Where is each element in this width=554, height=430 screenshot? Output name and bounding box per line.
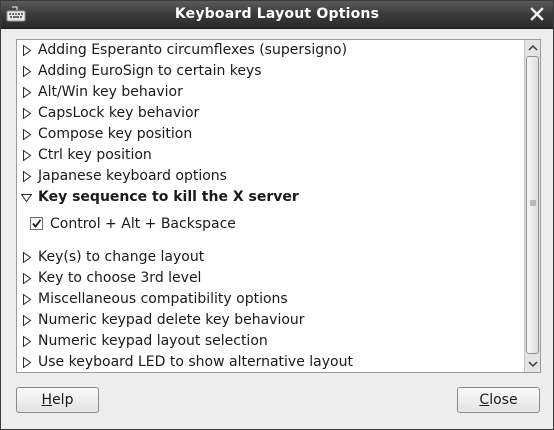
close-label-rest: lose bbox=[489, 392, 518, 408]
triangle-right-icon[interactable] bbox=[21, 294, 32, 305]
triangle-right-icon[interactable] bbox=[21, 273, 32, 284]
triangle-right-icon[interactable] bbox=[21, 150, 32, 161]
tree-row-label: Miscellaneous compatibility options bbox=[38, 291, 288, 307]
tree-row-label: Use keyboard LED to show alternative lay… bbox=[38, 354, 353, 370]
help-mnemonic: H bbox=[41, 392, 53, 408]
triangle-right-icon[interactable] bbox=[21, 45, 32, 56]
tree-row-keyboard-led[interactable]: Use keyboard LED to show alternative lay… bbox=[17, 352, 524, 372]
tree-row-misc-compat[interactable]: Miscellaneous compatibility options bbox=[17, 289, 524, 310]
tree-row-keypad-delete[interactable]: Numeric keypad delete key behaviour bbox=[17, 310, 524, 331]
tree-row-label: Key(s) to change layout bbox=[38, 249, 205, 265]
triangle-down-icon[interactable] bbox=[21, 192, 32, 203]
tree-row-label: Compose key position bbox=[38, 126, 193, 142]
scroll-down-icon[interactable] bbox=[526, 357, 540, 371]
tree-row-kill-x-server[interactable]: Key sequence to kill the X server bbox=[17, 187, 524, 208]
option-label: Control + Alt + Backspace bbox=[50, 216, 236, 232]
triangle-right-icon[interactable] bbox=[21, 108, 32, 119]
tree-row-label: Adding Esperanto circumflexes (supersign… bbox=[38, 42, 348, 58]
option-checkbox[interactable] bbox=[30, 217, 43, 230]
tree-row-label: Adding EuroSign to certain keys bbox=[38, 63, 262, 79]
tree-row-keypad-layout[interactable]: Numeric keypad layout selection bbox=[17, 331, 524, 352]
tree-row-label: CapsLock key behavior bbox=[38, 105, 200, 121]
option-control-alt-backspace[interactable]: Control + Alt + Backspace bbox=[17, 213, 524, 235]
tree-row-japanese[interactable]: Japanese keyboard options bbox=[17, 166, 524, 187]
tree-row-compose[interactable]: Compose key position bbox=[17, 124, 524, 145]
triangle-right-icon[interactable] bbox=[21, 87, 32, 98]
triangle-right-icon[interactable] bbox=[21, 171, 32, 182]
triangle-right-icon[interactable] bbox=[21, 315, 32, 326]
tree-row-label: Key sequence to kill the X server bbox=[38, 189, 299, 205]
scroll-up-icon[interactable] bbox=[526, 41, 540, 55]
triangle-right-icon[interactable] bbox=[21, 336, 32, 347]
triangle-right-icon[interactable] bbox=[21, 129, 32, 140]
close-mnemonic: C bbox=[479, 392, 490, 408]
tree-row-label: Alt/Win key behavior bbox=[38, 84, 183, 100]
triangle-right-icon[interactable] bbox=[21, 66, 32, 77]
scrollbar-thumb[interactable] bbox=[526, 56, 539, 354]
options-tree: Adding Esperanto circumflexes (supersign… bbox=[16, 39, 541, 373]
title-bar[interactable]: Keyboard Layout Options bbox=[1, 1, 553, 29]
tree-row-label: Key to choose 3rd level bbox=[38, 270, 202, 286]
close-button[interactable]: Close bbox=[457, 387, 540, 413]
tree-row-ctrl[interactable]: Ctrl key position bbox=[17, 145, 524, 166]
checkmark-icon bbox=[32, 219, 42, 228]
triangle-right-icon[interactable] bbox=[21, 357, 32, 368]
tree-row-label: Numeric keypad layout selection bbox=[38, 333, 268, 349]
window-title: Keyboard Layout Options bbox=[174, 6, 380, 22]
vertical-scrollbar[interactable] bbox=[524, 40, 540, 372]
tree-row-eurosign[interactable]: Adding EuroSign to certain keys bbox=[17, 61, 524, 82]
tree-row-capslock[interactable]: CapsLock key behavior bbox=[17, 103, 524, 124]
tree-row-label: Ctrl key position bbox=[38, 147, 152, 163]
tree-row-change-layout[interactable]: Key(s) to change layout bbox=[17, 247, 524, 268]
keyboard-layout-options-dialog: Keyboard Layout Options Adding Esperanto… bbox=[0, 0, 554, 430]
triangle-right-icon[interactable] bbox=[21, 252, 32, 263]
help-button[interactable]: Help bbox=[16, 387, 99, 413]
tree-row-label: Numeric keypad delete key behaviour bbox=[38, 312, 305, 328]
tree-row-3rd-level[interactable]: Key to choose 3rd level bbox=[17, 268, 524, 289]
tree-row-alt-win[interactable]: Alt/Win key behavior bbox=[17, 82, 524, 103]
grip-icon bbox=[530, 200, 536, 206]
close-icon[interactable] bbox=[528, 5, 546, 23]
tree-row-label: Japanese keyboard options bbox=[38, 168, 227, 184]
tree-row-esperanto[interactable]: Adding Esperanto circumflexes (supersign… bbox=[17, 40, 524, 61]
help-label-rest: elp bbox=[52, 392, 74, 408]
